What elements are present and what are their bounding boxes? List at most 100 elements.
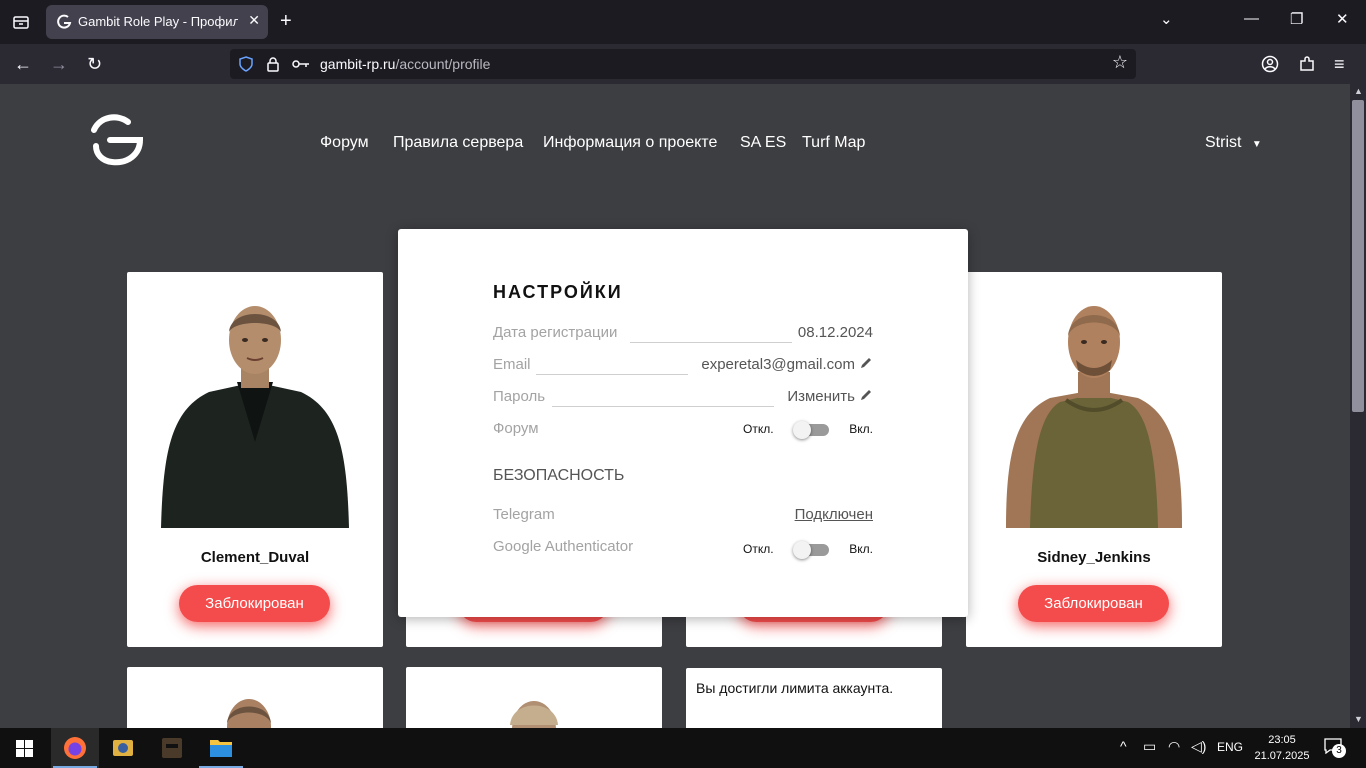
volume-icon[interactable]: ◁) <box>1191 738 1206 755</box>
windows-taskbar: ^ ▭ ◠ ◁) ENG 23:05 21.07.2025 3 <box>0 728 1366 768</box>
dotted-divider <box>536 374 688 375</box>
character-card[interactable] <box>406 667 662 728</box>
address-bar[interactable]: gambit-rp.ru/account/profile ☆ <box>230 49 1136 79</box>
username: Strist <box>1205 134 1242 151</box>
key-icon[interactable] <box>292 58 310 70</box>
new-tab-button[interactable]: + <box>280 10 292 32</box>
google-authenticator-row: Google Authenticator Откл. Вкл. <box>493 536 873 559</box>
google-authenticator-toggle[interactable] <box>793 541 829 559</box>
character-skin-image <box>161 306 349 528</box>
sa-app-icon <box>162 738 182 758</box>
caret-down-icon: ▼ <box>1251 139 1262 150</box>
windows-start-icon[interactable] <box>16 740 33 757</box>
toggle-off-label: Откл. <box>743 422 774 436</box>
restore-button[interactable]: ❐ <box>1290 10 1303 28</box>
blocked-status-button[interactable]: Заблокирован <box>1018 585 1169 622</box>
taskbar-firefox[interactable] <box>51 728 99 768</box>
tab-overflow-chevron-icon[interactable]: ⌄ <box>1160 10 1173 28</box>
registration-date-row: Дата регистрации 08.12.2024 <box>493 322 873 344</box>
extensions-icon[interactable] <box>1298 55 1316 73</box>
game-app-icon <box>113 740 133 756</box>
email-row: Email experetal3@gmail.com <box>493 354 873 376</box>
registration-date-value: 08.12.2024 <box>797 324 873 341</box>
browser-tab-bar: Gambit Role Play - Профиль UCP ✕ + ⌄ — ❐… <box>0 0 1366 44</box>
toggle-off-label: Откл. <box>743 542 774 556</box>
telegram-row: Telegram Подключен <box>493 504 873 526</box>
notifications-button[interactable]: 3 <box>1324 738 1346 758</box>
nav-forum[interactable]: Форум <box>320 134 369 152</box>
telegram-connected-link[interactable]: Подключен <box>795 506 873 523</box>
page-content: Форум Правила сервера Информация о проек… <box>0 84 1350 728</box>
toggle-knob <box>793 541 811 559</box>
folder-icon <box>210 740 232 757</box>
forum-toggle-group: Откл. Вкл. <box>743 420 873 440</box>
lock-icon[interactable] <box>266 56 280 72</box>
language-indicator[interactable]: ENG <box>1217 740 1243 754</box>
url-host: gambit-rp.ru <box>320 56 396 72</box>
back-button[interactable]: ← <box>14 54 32 74</box>
wifi-icon[interactable]: ◠ <box>1168 738 1180 755</box>
google-authenticator-label: Google Authenticator <box>493 538 634 555</box>
tab-close-icon[interactable]: ✕ <box>248 12 260 29</box>
toggle-knob <box>793 421 811 439</box>
password-label: Пароль <box>493 388 546 405</box>
battery-icon[interactable]: ▭ <box>1143 738 1156 755</box>
minimize-button[interactable]: — <box>1244 10 1259 27</box>
email-value[interactable]: experetal3@gmail.com <box>701 356 873 373</box>
nav-sa-es[interactable]: SA ES <box>740 134 786 152</box>
edit-pencil-icon[interactable] <box>859 388 873 402</box>
url-text[interactable]: gambit-rp.ru/account/profile <box>320 56 490 72</box>
shield-icon[interactable] <box>238 56 254 72</box>
change-password-link[interactable]: Изменить <box>787 388 873 405</box>
browser-tab-active[interactable]: Gambit Role Play - Профиль UCP ✕ <box>46 5 268 39</box>
character-skin-image <box>510 701 558 728</box>
security-title: БЕЗОПАСНОСТЬ <box>493 467 625 484</box>
nav-turf-map[interactable]: Turf Map <box>802 134 865 152</box>
gambit-logo[interactable] <box>88 114 144 166</box>
nav-server-rules[interactable]: Правила сервера <box>393 134 523 152</box>
settings-modal: НАСТРОЙКИ Дата регистрации 08.12.2024 Em… <box>398 229 968 617</box>
toggle-on-label: Вкл. <box>849 422 873 436</box>
character-card[interactable]: Clement_Duval Заблокирован <box>127 272 383 647</box>
page-scrollbar-thumb[interactable] <box>1352 100 1364 412</box>
taskbar-sa-app[interactable] <box>148 728 196 768</box>
browser-nav-bar: ← → ↻ gambit-rp.ru/account/profile ☆ ≡ <box>0 44 1366 84</box>
firefox-icon <box>64 737 86 759</box>
tab-list-icon[interactable] <box>12 13 30 31</box>
forum-toggle[interactable] <box>793 421 829 439</box>
menu-hamburger-icon[interactable]: ≡ <box>1334 54 1345 74</box>
account-icon[interactable] <box>1261 55 1279 73</box>
forward-button[interactable]: → <box>50 54 68 74</box>
close-window-button[interactable]: ✕ <box>1336 10 1349 28</box>
settings-title: НАСТРОЙКИ <box>493 282 623 302</box>
character-skin-image <box>227 699 271 728</box>
registration-date-label: Дата регистрации <box>493 324 618 341</box>
clock-date: 21.07.2025 <box>1254 750 1310 762</box>
character-skin-image <box>1006 306 1182 528</box>
user-menu[interactable]: Strist ▼ <box>1205 134 1262 152</box>
clock-time: 23:05 <box>1268 734 1296 746</box>
taskbar-game-app[interactable] <box>99 728 147 768</box>
tray-expand-icon[interactable]: ^ <box>1120 738 1127 754</box>
clock[interactable]: 23:05 21.07.2025 <box>1252 732 1312 764</box>
dotted-divider <box>552 406 774 407</box>
character-card[interactable]: Sidney_Jenkins Заблокирован <box>966 272 1222 647</box>
password-row: Пароль Изменить <box>493 386 873 408</box>
account-limit-card: Вы достигли лимита аккаунта. <box>686 668 942 728</box>
scroll-up-arrow-icon[interactable]: ▲ <box>1354 86 1363 96</box>
character-name: Sidney_Jenkins <box>1037 549 1151 566</box>
notification-count-badge: 3 <box>1332 744 1346 758</box>
character-name: Clement_Duval <box>200 549 310 566</box>
nav-project-info[interactable]: Информация о проекте <box>543 134 717 152</box>
site-favicon-icon <box>57 14 72 29</box>
forum-label: Форум <box>493 420 539 437</box>
bookmark-star-icon[interactable]: ☆ <box>1112 52 1128 73</box>
blocked-status-button[interactable]: Заблокирован <box>179 585 330 622</box>
scroll-down-arrow-icon[interactable]: ▼ <box>1354 714 1363 724</box>
taskbar-file-explorer[interactable] <box>197 728 245 768</box>
reload-button[interactable]: ↻ <box>87 54 102 74</box>
forum-row: Форум Откл. Вкл. <box>493 418 873 440</box>
edit-pencil-icon[interactable] <box>859 356 873 370</box>
character-card[interactable] <box>127 667 383 728</box>
telegram-label: Telegram <box>493 506 555 523</box>
